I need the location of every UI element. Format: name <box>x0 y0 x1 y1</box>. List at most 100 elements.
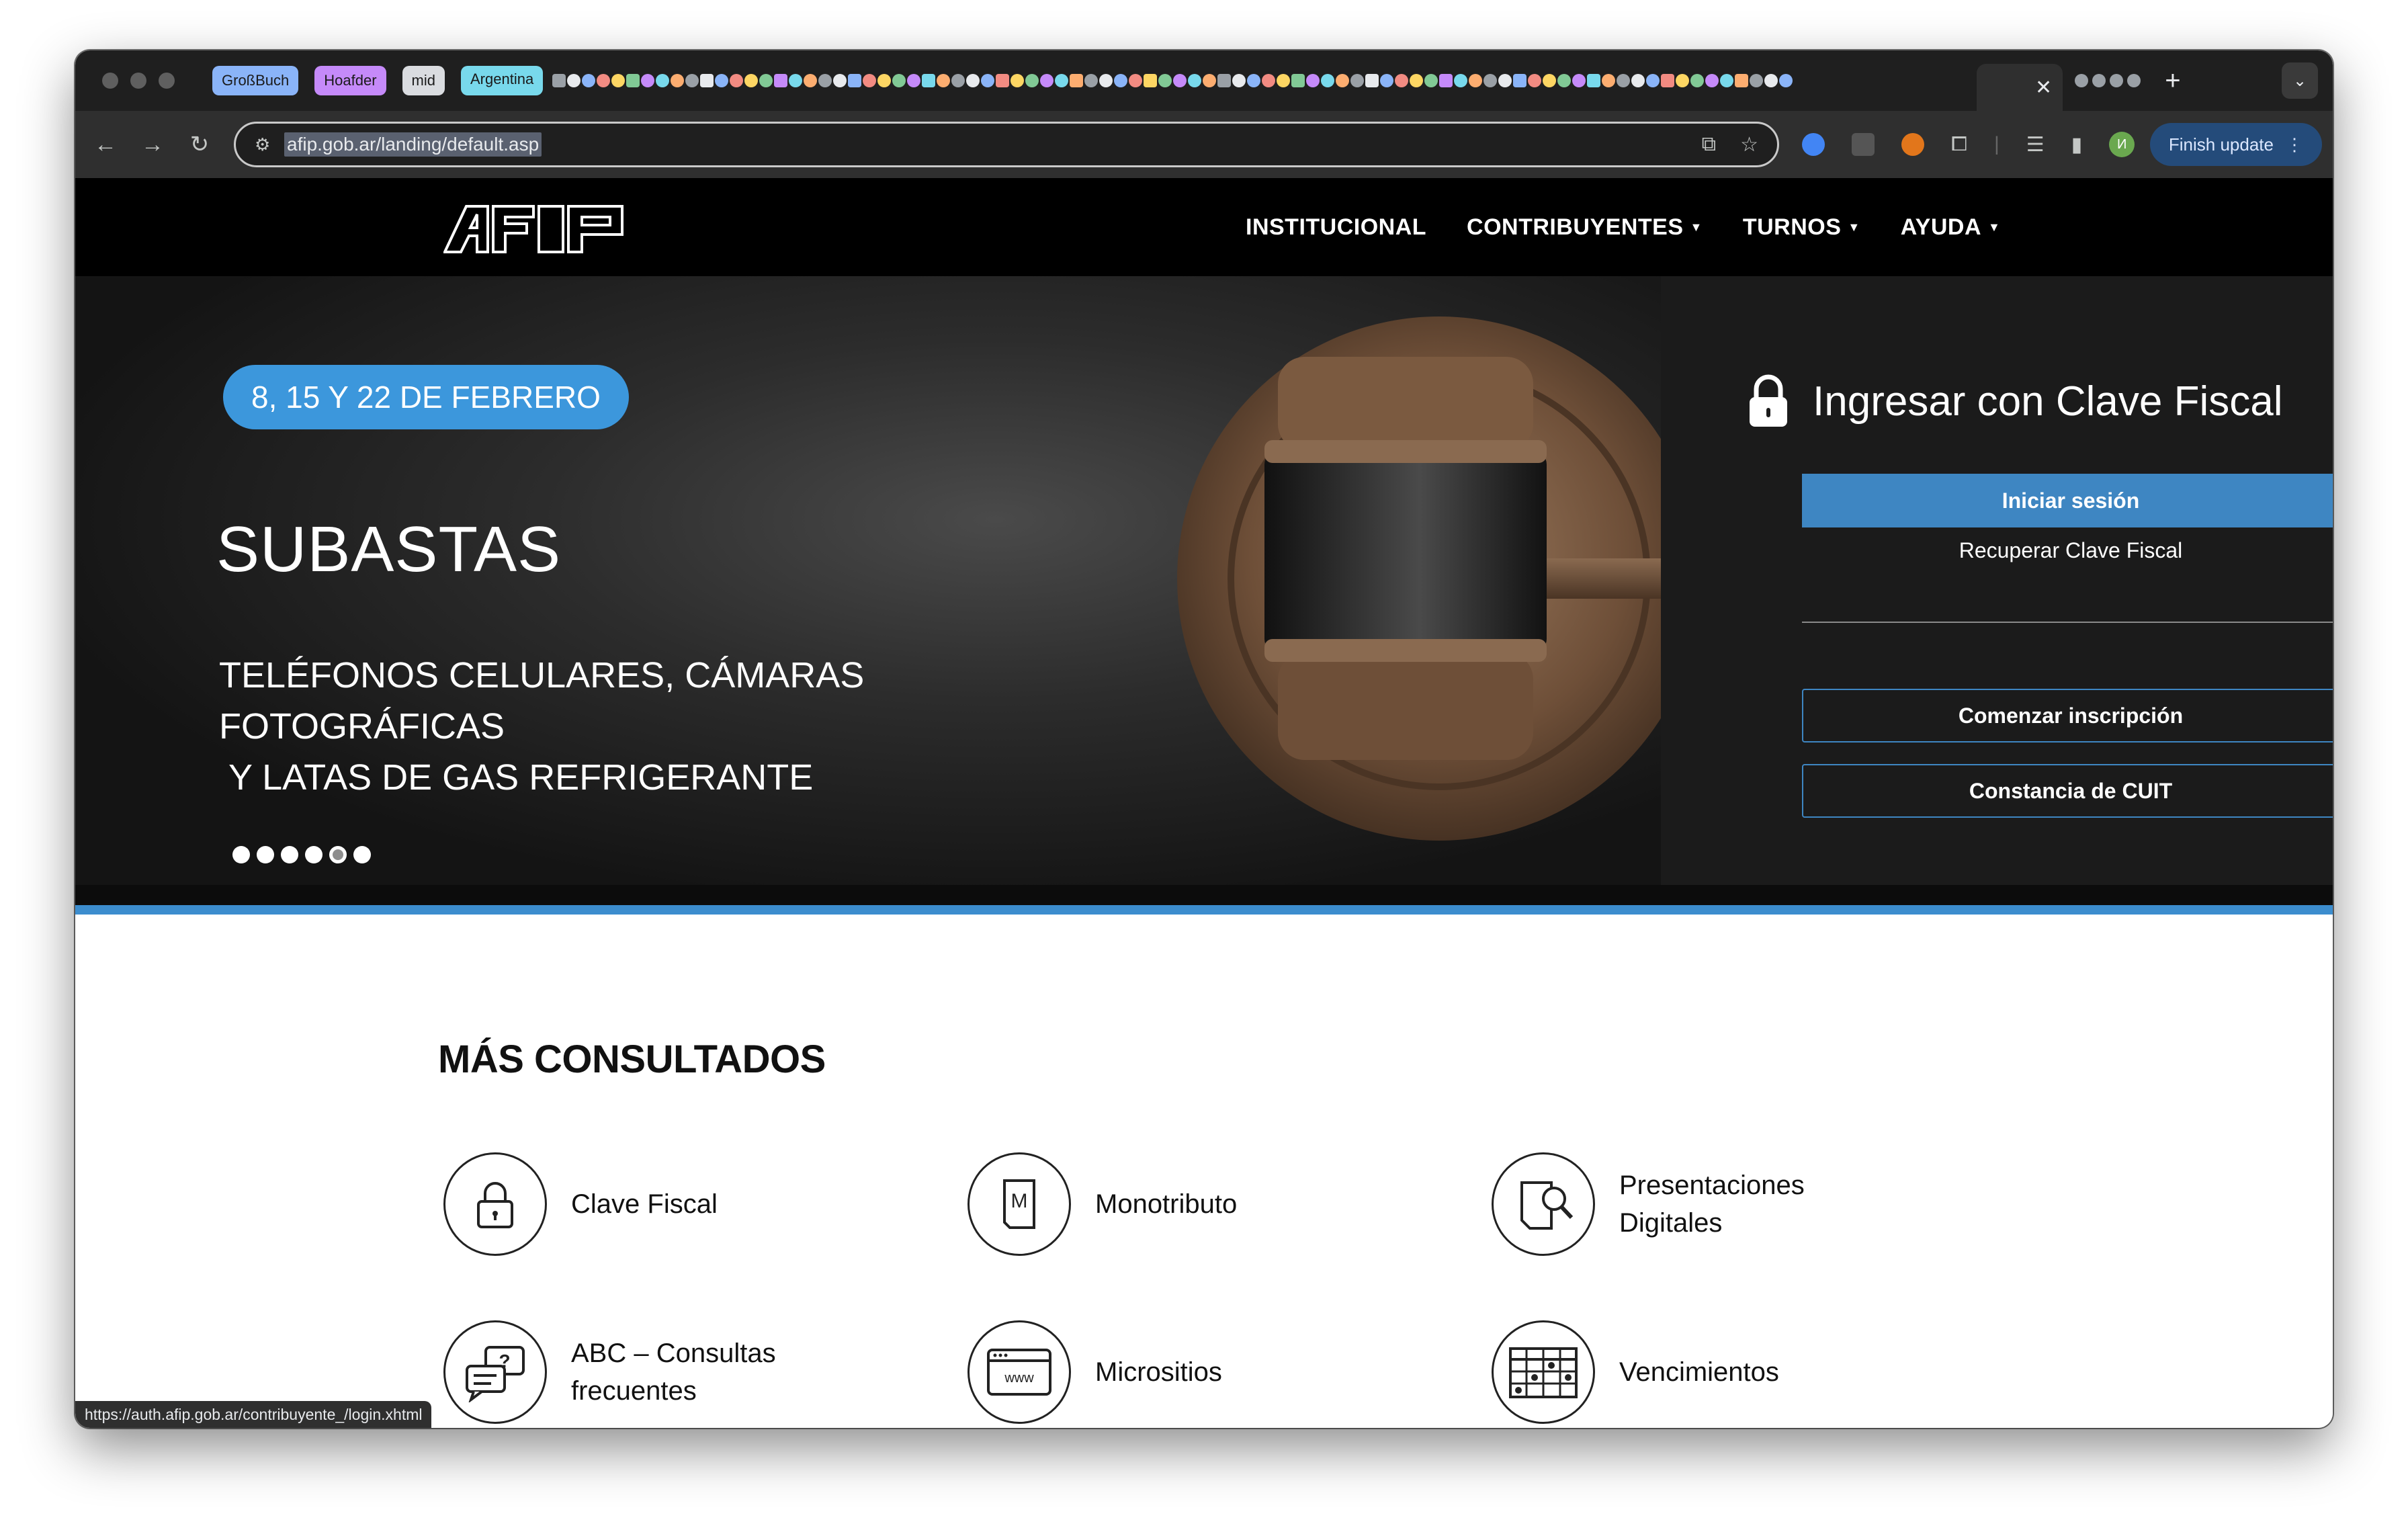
tab-favicon[interactable] <box>671 74 685 87</box>
tab-favicon[interactable] <box>1705 74 1719 87</box>
tab-favicon[interactable] <box>877 74 892 87</box>
new-tab-button[interactable]: + <box>2165 66 2180 96</box>
tab-favicon[interactable] <box>744 74 759 87</box>
recuperar-clave-link[interactable]: Recuperar Clave Fiscal <box>1802 538 2333 563</box>
tab-favicon[interactable] <box>597 74 611 87</box>
tab-favicon[interactable] <box>1070 74 1084 87</box>
extension-compass-icon[interactable] <box>1802 133 1825 156</box>
carousel-dot[interactable] <box>232 846 250 863</box>
tab-favicon[interactable] <box>1410 74 1424 87</box>
tile-presentaciones-digitales[interactable]: Presentaciones Digitales <box>1492 1152 1901 1256</box>
tab-favicon[interactable] <box>582 74 596 87</box>
maximize-window-button[interactable] <box>159 73 175 89</box>
tab-favicon[interactable] <box>1055 74 1069 87</box>
tab-favicon[interactable] <box>1454 74 1468 87</box>
tab-favicon[interactable] <box>730 74 744 87</box>
carousel-dot[interactable] <box>257 846 274 863</box>
iniciar-sesion-button[interactable]: Iniciar sesión <box>1802 474 2333 527</box>
tab-group-hoafder[interactable]: Hoafder <box>314 66 386 95</box>
reading-list-icon[interactable]: ☰ <box>2026 133 2045 157</box>
extension-grey-icon[interactable] <box>1852 133 1875 156</box>
site-settings-icon[interactable]: ⚙ <box>255 134 284 155</box>
tab-favicon[interactable] <box>804 74 818 87</box>
tab-favicon[interactable] <box>759 74 773 87</box>
tab-favicon[interactable] <box>1631 74 1645 87</box>
tile-micrositios[interactable]: www Micrositios <box>968 1320 1377 1424</box>
tab-favicon[interactable] <box>966 74 980 87</box>
tab-favicon[interactable] <box>1010 74 1025 87</box>
bookmark-star-icon[interactable]: ☆ <box>1740 133 1758 157</box>
tab-favicon[interactable] <box>1587 74 1601 87</box>
tab-favicon[interactable] <box>1439 74 1453 87</box>
tab-favicon[interactable] <box>937 74 951 87</box>
tab-favicon[interactable] <box>1321 74 1335 87</box>
tab-favicon[interactable] <box>1144 74 1158 87</box>
tab-favicon[interactable] <box>1350 74 1365 87</box>
tab-favicon[interactable] <box>1779 74 1793 87</box>
tab-favicon[interactable] <box>1557 74 1572 87</box>
tab-active[interactable]: ✕ <box>1977 64 2063 111</box>
tab-favicon[interactable] <box>611 74 626 87</box>
translate-icon[interactable]: ⧉ <box>1702 133 1716 157</box>
tab-favicon[interactable] <box>1498 74 1512 87</box>
tab-favicon[interactable] <box>981 74 995 87</box>
tab-favicon[interactable] <box>1528 74 1542 87</box>
tab-favicon[interactable] <box>1158 74 1172 87</box>
tab-favicon[interactable] <box>848 74 862 87</box>
reload-icon[interactable]: ↻ <box>176 131 223 158</box>
back-arrow-icon[interactable]: ← <box>82 132 129 158</box>
tab-favicon[interactable] <box>789 74 803 87</box>
tab-favicon[interactable] <box>1114 74 1128 87</box>
extensions-puzzle-icon[interactable]: ⧠ <box>1951 133 1967 156</box>
menu-turnos[interactable]: TURNOS ▼ <box>1743 214 1860 241</box>
tab-favicon[interactable] <box>641 74 655 87</box>
tab-favicon[interactable] <box>700 74 714 87</box>
tab-favicon[interactable] <box>922 74 936 87</box>
tab-favicon[interactable] <box>1424 74 1438 87</box>
comenzar-inscripcion-button[interactable]: Comenzar inscripción <box>1802 689 2333 742</box>
tab-favicon[interactable] <box>1380 74 1394 87</box>
tab-favicon[interactable] <box>1262 74 1276 87</box>
tab-favicon[interactable] <box>2075 74 2089 87</box>
tab-favicon[interactable] <box>1513 74 1527 87</box>
tab-favicon[interactable] <box>626 74 640 87</box>
tab-favicon[interactable] <box>1217 74 1232 87</box>
tab-favicon[interactable] <box>1750 74 1764 87</box>
tab-favicon[interactable] <box>1203 74 1217 87</box>
tab-favicon[interactable] <box>1617 74 1631 87</box>
tile-abc-consultas[interactable]: ? ABC – Consultas frecuentes <box>443 1320 853 1424</box>
tab-favicon[interactable] <box>1040 74 1054 87</box>
tab-favicon[interactable] <box>1395 74 1409 87</box>
tab-favicon[interactable] <box>1336 74 1350 87</box>
tab-favicon[interactable] <box>567 74 581 87</box>
tab-favicon[interactable] <box>2092 74 2106 87</box>
tab-favicon[interactable] <box>996 74 1010 87</box>
finish-update-button[interactable]: Finish update ⋮ <box>2149 123 2322 166</box>
tab-favicon[interactable] <box>1543 74 1557 87</box>
carousel-dot[interactable] <box>353 846 371 863</box>
tile-monotributo[interactable]: M Monotributo <box>968 1152 1377 1256</box>
hero-carousel[interactable]: 8, 15 Y 22 DE FEBRERO SUBASTAS TELÉFONOS… <box>75 276 1661 885</box>
tab-favicon[interactable] <box>1690 74 1705 87</box>
tab-favicon[interactable] <box>656 74 670 87</box>
tab-favicon[interactable] <box>1277 74 1291 87</box>
tab-favicon[interactable] <box>715 74 729 87</box>
tab-favicon[interactable] <box>833 74 847 87</box>
tab-favicon[interactable] <box>1764 74 1778 87</box>
tab-favicon[interactable] <box>1365 74 1379 87</box>
menu-institucional[interactable]: INSTITUCIONAL <box>1246 214 1426 241</box>
tab-favicon[interactable] <box>1291 74 1305 87</box>
tab-favicon[interactable] <box>892 74 906 87</box>
tile-vencimientos[interactable]: Vencimientos <box>1492 1320 1901 1424</box>
forward-arrow-icon[interactable]: → <box>129 132 176 158</box>
tab-favicon[interactable] <box>1572 74 1586 87</box>
tab-favicon[interactable] <box>1720 74 1734 87</box>
tab-favicon[interactable] <box>2110 74 2124 87</box>
profile-avatar[interactable]: И <box>2109 132 2135 157</box>
tab-favicon[interactable] <box>1469 74 1483 87</box>
tab-favicon[interactable] <box>774 74 788 87</box>
close-tab-icon[interactable]: ✕ <box>2035 76 2052 99</box>
side-panel-icon[interactable]: ▮ <box>2071 133 2083 157</box>
tab-search-chevron-icon[interactable]: ⌄ <box>2282 62 2318 99</box>
constancia-cuit-button[interactable]: Constancia de CUIT <box>1802 764 2333 818</box>
